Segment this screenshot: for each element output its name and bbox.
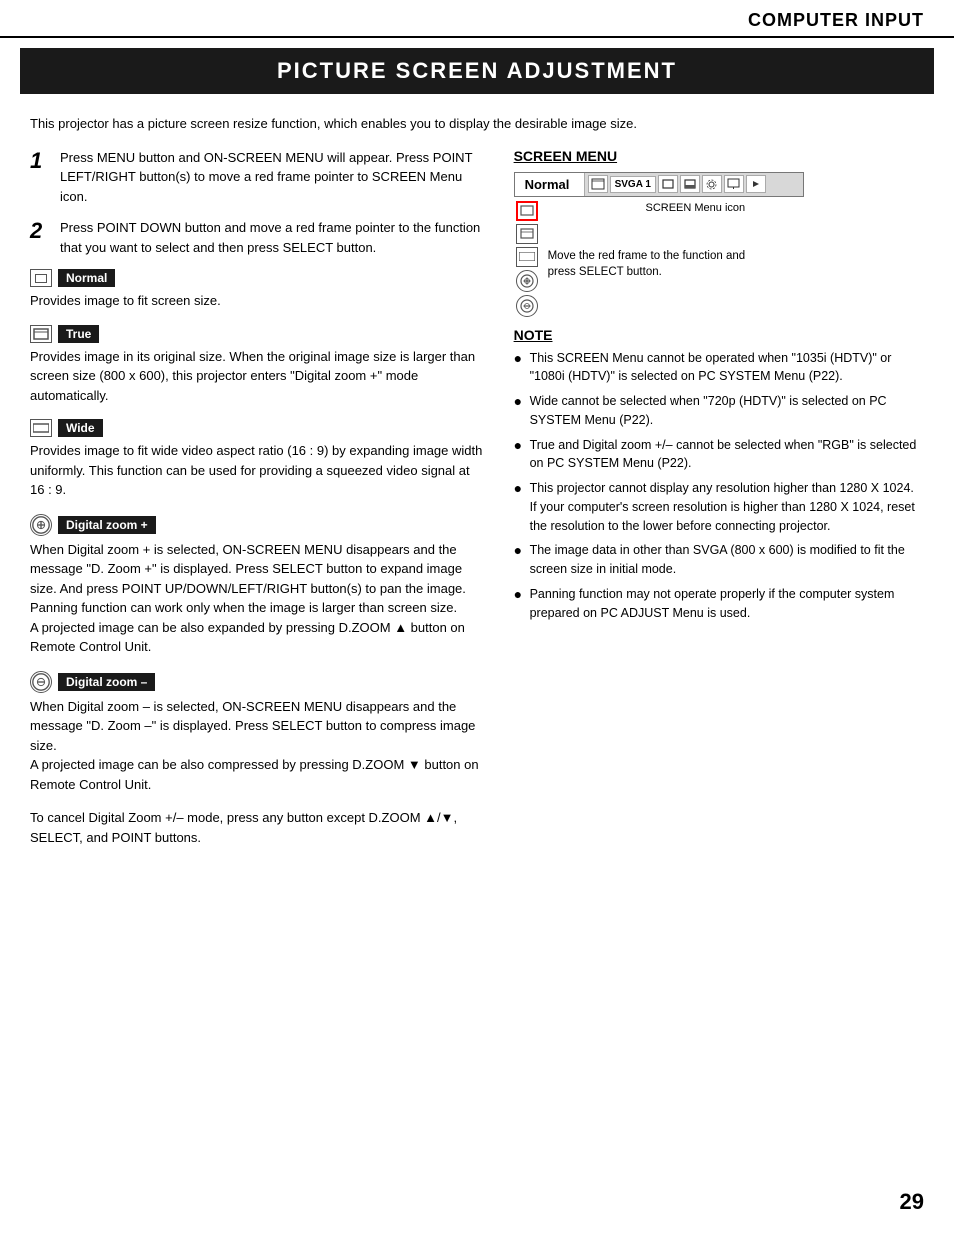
note-bullet-0: ● — [514, 349, 524, 387]
note-item-3: ● This projector cannot display any reso… — [514, 479, 924, 535]
function-dzoom-minus-header: Digital zoom – — [30, 671, 484, 693]
screen-icon-normal — [516, 201, 538, 221]
content-area: This projector has a picture screen resi… — [0, 104, 954, 867]
note-bullet-5: ● — [514, 585, 524, 623]
menu-icon-1 — [588, 175, 608, 193]
note-bullet-3: ● — [514, 479, 524, 535]
menu-icon-2 — [658, 175, 678, 193]
wide-desc: Provides image to fit wide video aspect … — [30, 441, 484, 500]
digital-zoom-plus-label: Digital zoom + — [58, 516, 156, 534]
function-normal: Normal Provides image to fit screen size… — [30, 269, 484, 311]
true-label: True — [58, 325, 99, 343]
page-container: COMPUTER INPUT PICTURE SCREEN ADJUSTMENT… — [0, 0, 954, 1235]
menu-icon-3 — [680, 175, 700, 193]
step-2-number: 2 — [30, 218, 50, 257]
screen-icons-column — [516, 201, 538, 317]
note-bullet-2: ● — [514, 436, 524, 474]
wide-label: Wide — [58, 419, 103, 437]
screen-icon-wide — [516, 247, 538, 267]
wide-icon — [30, 419, 52, 437]
note-text-1: Wide cannot be selected when "720p (HDTV… — [530, 392, 924, 430]
menu-icon-5 — [724, 175, 744, 193]
step-2-text: Press POINT DOWN button and move a red f… — [60, 218, 484, 257]
menu-icon-6 — [746, 175, 766, 193]
screen-menu-title: SCREEN MENU — [514, 148, 924, 164]
annotation-line1: Move the red frame to the function and — [548, 250, 746, 262]
step-1: 1 Press MENU button and ON-SCREEN MENU w… — [30, 148, 484, 207]
digital-zoom-plus-icon — [30, 514, 52, 536]
menu-svga-cell: SVGA 1 — [610, 176, 656, 193]
note-item-2: ● True and Digital zoom +/– cannot be se… — [514, 436, 924, 474]
header-title: COMPUTER INPUT — [748, 10, 924, 31]
note-item-4: ● The image data in other than SVGA (800… — [514, 541, 924, 579]
screen-menu-diagram: Normal SVGA 1 — [514, 172, 924, 317]
note-item-0: ● This SCREEN Menu cannot be operated wh… — [514, 349, 924, 387]
function-wide: Wide Provides image to fit wide video as… — [30, 419, 484, 500]
function-normal-header: Normal — [30, 269, 484, 287]
function-true-header: True — [30, 325, 484, 343]
note-text-2: True and Digital zoom +/– cannot be sele… — [530, 436, 924, 474]
screen-icon-dzoom-plus — [516, 270, 538, 292]
function-digital-zoom-plus: Digital zoom + When Digital zoom + is se… — [30, 514, 484, 657]
normal-icon — [30, 269, 52, 287]
two-column-layout: 1 Press MENU button and ON-SCREEN MENU w… — [30, 148, 924, 848]
function-dzoom-plus-header: Digital zoom + — [30, 514, 484, 536]
cancel-text: To cancel Digital Zoom +/– mode, press a… — [30, 808, 484, 847]
digital-zoom-minus-icon — [30, 671, 52, 693]
function-true: True Provides image in its original size… — [30, 325, 484, 406]
note-text-5: Panning function may not operate properl… — [530, 585, 924, 623]
main-title: PICTURE SCREEN ADJUSTMENT — [20, 48, 934, 94]
true-desc: Provides image in its original size. Whe… — [30, 347, 484, 406]
note-item-5: ● Panning function may not operate prope… — [514, 585, 924, 623]
right-column: SCREEN MENU Normal — [504, 148, 924, 848]
note-text-4: The image data in other than SVGA (800 x… — [530, 541, 924, 579]
note-bullet-1: ● — [514, 392, 524, 430]
function-wide-header: Wide — [30, 419, 484, 437]
intro-text: This projector has a picture screen resi… — [30, 114, 924, 134]
screen-icon-dzoom-minus — [516, 295, 538, 317]
screen-annotation: SCREEN Menu icon Move the red frame to t… — [548, 201, 746, 317]
menu-icon-4 — [702, 175, 722, 193]
screen-menu-icon-label: SCREEN Menu icon — [548, 201, 746, 216]
step-1-text: Press MENU button and ON-SCREEN MENU wil… — [60, 148, 484, 207]
normal-label: Normal — [58, 269, 115, 287]
function-digital-zoom-minus: Digital zoom – When Digital zoom – is se… — [30, 671, 484, 795]
step-2: 2 Press POINT DOWN button and move a red… — [30, 218, 484, 257]
screen-icon-true — [516, 224, 538, 244]
true-icon — [30, 325, 52, 343]
annotation-line2: press SELECT button. — [548, 266, 662, 278]
screen-annotation-text: Move the red frame to the function and p… — [548, 248, 746, 280]
normal-desc: Provides image to fit screen size. — [30, 291, 484, 311]
note-title: NOTE — [514, 327, 924, 343]
digital-zoom-minus-desc: When Digital zoom – is selected, ON-SCRE… — [30, 697, 484, 795]
menu-normal-cell: Normal — [515, 173, 585, 196]
top-header: COMPUTER INPUT — [0, 0, 954, 38]
screen-menu-section: SCREEN MENU Normal — [514, 148, 924, 623]
note-section: NOTE ● This SCREEN Menu cannot be operat… — [514, 327, 924, 623]
digital-zoom-minus-label: Digital zoom – — [58, 673, 155, 691]
note-text-0: This SCREEN Menu cannot be operated when… — [530, 349, 924, 387]
digital-zoom-plus-desc: When Digital zoom + is selected, ON-SCRE… — [30, 540, 484, 657]
step-1-number: 1 — [30, 148, 50, 207]
page-number: 29 — [900, 1189, 924, 1215]
note-text-3: This projector cannot display any resolu… — [530, 479, 924, 535]
note-bullet-4: ● — [514, 541, 524, 579]
note-item-1: ● Wide cannot be selected when "720p (HD… — [514, 392, 924, 430]
left-column: 1 Press MENU button and ON-SCREEN MENU w… — [30, 148, 484, 848]
